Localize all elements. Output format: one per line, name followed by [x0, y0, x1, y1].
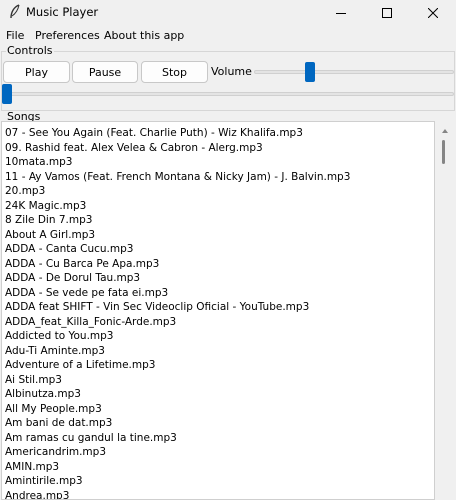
volume-slider[interactable] [254, 62, 454, 82]
list-item[interactable]: AMIN.mp3 [5, 460, 350, 475]
list-item[interactable]: Adu-Ti Aminte.mp3 [5, 344, 350, 359]
list-item[interactable]: Adventure of a Lifetime.mp3 [5, 358, 350, 373]
list-item[interactable]: 24K Magic.mp3 [5, 199, 350, 214]
list-item[interactable]: ADDA - Cu Barca Pe Apa.mp3 [5, 257, 350, 272]
volume-thumb[interactable] [305, 62, 315, 82]
list-item[interactable]: 20.mp3 [5, 184, 350, 199]
list-item[interactable]: Addicted to You.mp3 [5, 329, 350, 344]
menu-file[interactable]: File [6, 29, 24, 42]
list-item[interactable]: 07 - See You Again (Feat. Charlie Puth) … [5, 126, 350, 141]
scroll-thumb[interactable] [442, 140, 445, 164]
list-item[interactable]: 8 Zile Din 7.mp3 [5, 213, 350, 228]
list-item[interactable]: All My People.mp3 [5, 402, 350, 417]
play-button[interactable]: Play [3, 61, 70, 83]
list-item[interactable]: Albinutza.mp3 [5, 387, 350, 402]
list-item[interactable]: 09. Rashid feat. Alex Velea & Cabron - A… [5, 141, 350, 156]
list-item[interactable]: ADDA - Canta Cucu.mp3 [5, 242, 350, 257]
song-list[interactable]: 07 - See You Again (Feat. Charlie Puth) … [5, 126, 350, 500]
minimize-icon [336, 12, 346, 14]
song-list-box[interactable]: 07 - See You Again (Feat. Charlie Puth) … [1, 121, 435, 500]
controls-label: Controls [6, 44, 54, 57]
volume-track [254, 70, 454, 74]
scroll-up-arrow-icon[interactable] [441, 125, 449, 133]
list-item[interactable]: ADDA feat SHIFT - Vin Sec Videoclip Ofic… [5, 300, 350, 315]
list-item[interactable]: 10mata.mp3 [5, 155, 350, 170]
pause-button[interactable]: Pause [72, 61, 138, 83]
menu-preferences[interactable]: Preferences [35, 29, 100, 42]
list-item[interactable]: 11 - Ay Vamos (Feat. French Montana & Ni… [5, 170, 350, 185]
list-item[interactable]: Am bani de dat.mp3 [5, 416, 350, 431]
list-item[interactable]: Americandrim.mp3 [5, 445, 350, 460]
list-item[interactable]: ADDA - Se vede pe fata ei.mp3 [5, 286, 350, 301]
list-item[interactable]: Ai Stil.mp3 [5, 373, 350, 388]
volume-label: Volume [211, 65, 252, 78]
menu-about[interactable]: About this app [104, 29, 184, 42]
list-item[interactable]: Am ramas cu gandul la tine.mp3 [5, 431, 350, 446]
list-item[interactable]: ADDA_feat_Killa_Fonic-Arde.mp3 [5, 315, 350, 330]
progress-thumb[interactable] [2, 84, 12, 104]
feather-icon [8, 4, 22, 20]
minimize-button[interactable] [318, 0, 364, 25]
maximize-icon [382, 7, 392, 18]
close-button[interactable] [410, 0, 456, 25]
maximize-button[interactable] [364, 0, 410, 25]
progress-track [2, 92, 454, 96]
window-title: Music Player [26, 5, 99, 19]
stop-button[interactable]: Stop [141, 61, 208, 83]
list-item[interactable]: Andrea.mp3 [5, 489, 350, 500]
song-list-scrollbar[interactable] [436, 121, 455, 500]
list-item[interactable]: Amintirile.mp3 [5, 474, 350, 489]
list-item[interactable]: About A Girl.mp3 [5, 228, 350, 243]
close-icon [428, 7, 438, 18]
progress-slider[interactable] [2, 84, 454, 104]
list-item[interactable]: ADDA - De Dorul Tau.mp3 [5, 271, 350, 286]
